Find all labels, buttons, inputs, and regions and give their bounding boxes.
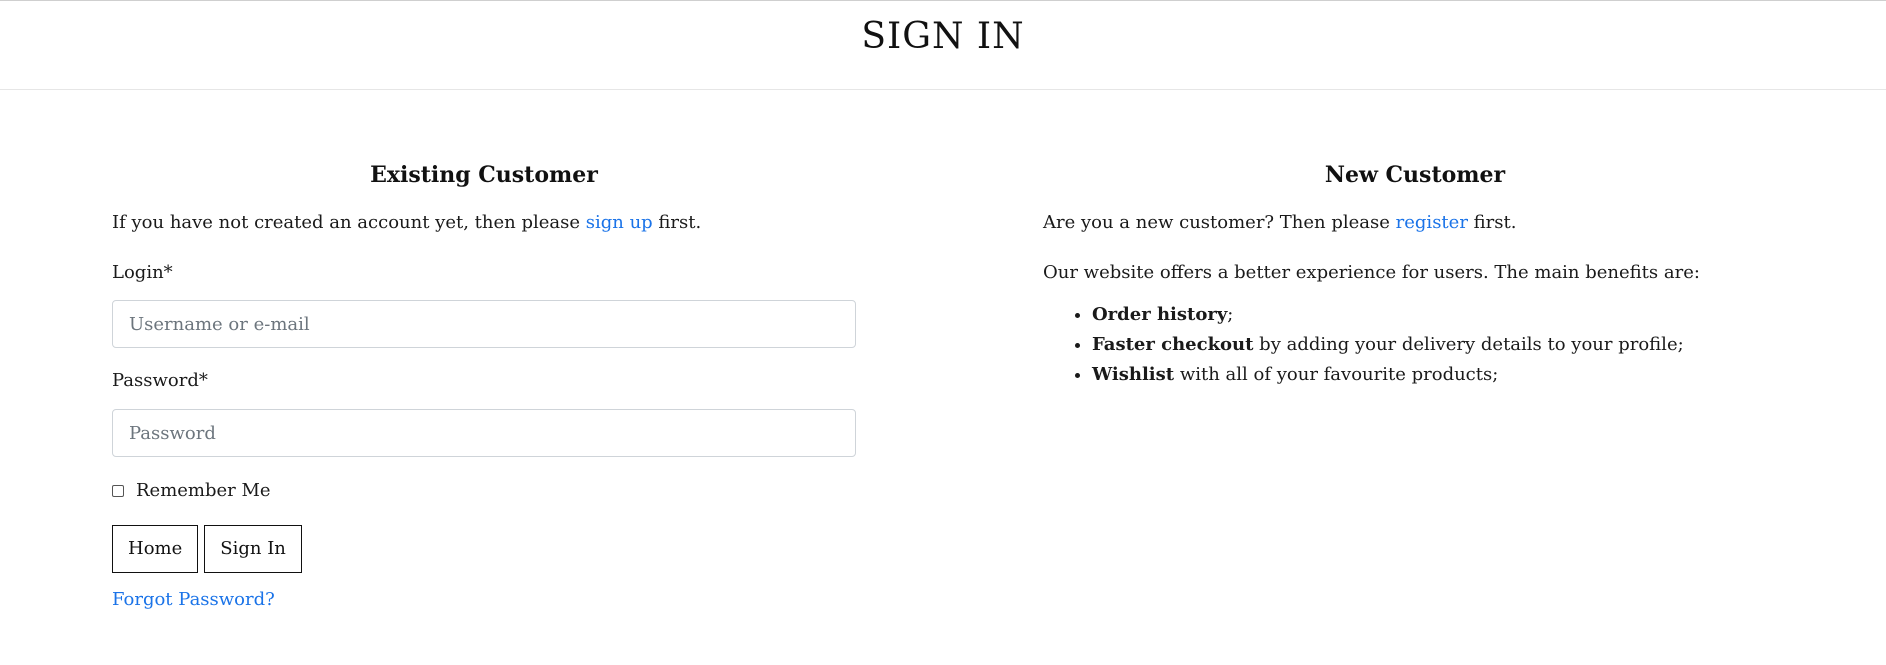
benefit-text: ; <box>1227 304 1234 325</box>
benefit-title: Order history <box>1092 304 1228 325</box>
intro-text-after: first. <box>652 212 702 233</box>
form-buttons: Home Sign In <box>112 525 856 573</box>
existing-customer-heading: Existing Customer <box>370 162 598 188</box>
register-link[interactable]: register <box>1396 212 1468 233</box>
benefit-title: Wishlist <box>1092 364 1175 385</box>
forgot-password-link[interactable]: Forgot Password? <box>112 589 275 610</box>
page-title: SIGN IN <box>861 16 1025 57</box>
login-input[interactable] <box>112 300 856 348</box>
benefit-item: Faster checkout by adding your delivery … <box>1092 330 1787 360</box>
existing-customer-section: Existing Customer If you have not create… <box>112 160 856 613</box>
benefit-item: Order history; <box>1092 300 1787 330</box>
existing-customer-intro: If you have not created an account yet, … <box>112 210 856 236</box>
remember-me-row[interactable]: Remember Me <box>112 478 856 504</box>
benefit-text: with all of your favourite products; <box>1174 364 1499 385</box>
remember-me-label: Remember Me <box>136 480 271 501</box>
page-header: SIGN IN <box>0 1 1886 90</box>
new-intro-text-after: first. <box>1467 212 1517 233</box>
password-label: Password* <box>112 370 208 391</box>
new-customer-intro: Are you a new customer? Then please regi… <box>1043 210 1787 236</box>
new-customer-section: New Customer Are you a new customer? The… <box>1043 160 1787 390</box>
sign-in-button[interactable]: Sign In <box>204 525 302 573</box>
sign-up-link[interactable]: sign up <box>586 212 653 233</box>
remember-me-checkbox[interactable] <box>112 485 124 497</box>
benefits-intro: Our website offers a better experience f… <box>1043 262 1700 283</box>
benefit-title: Faster checkout <box>1092 334 1254 355</box>
login-label: Login* <box>112 262 173 283</box>
benefit-item: Wishlist with all of your favourite prod… <box>1092 360 1787 390</box>
benefit-text: by adding your delivery details to your … <box>1253 334 1684 355</box>
home-button[interactable]: Home <box>112 525 199 573</box>
password-input[interactable] <box>112 409 856 457</box>
intro-text-before: If you have not created an account yet, … <box>112 212 586 233</box>
forgot-password-row: Forgot Password? <box>112 587 856 613</box>
benefits-list: Order history; Faster checkout by adding… <box>1043 300 1787 390</box>
new-customer-heading: New Customer <box>1324 162 1506 188</box>
new-intro-text-before: Are you a new customer? Then please <box>1043 212 1396 233</box>
